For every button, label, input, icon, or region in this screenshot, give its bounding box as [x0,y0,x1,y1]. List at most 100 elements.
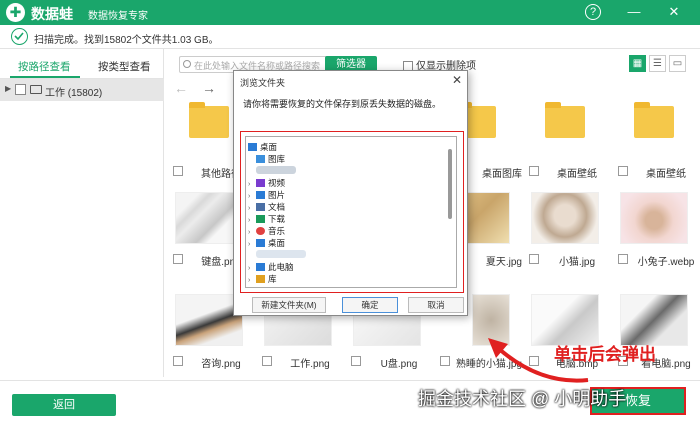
tree-node-blurred[interactable] [256,249,309,261]
back-button[interactable]: 返回 [12,394,116,416]
tree-node-pictures[interactable]: › 图片 [248,189,285,201]
tree-node-downloads[interactable]: › 下载 [248,213,285,225]
check-circle-icon [11,28,28,45]
browse-folder-dialog: 浏览文件夹 ✕ 请你将需要恢复的文件保存到原丢失数据的磁盘。 桌面 图库 › 视频… [233,70,468,316]
expand-arrow-icon[interactable]: › [248,229,256,236]
tree-node-gallery[interactable]: 图库 [256,153,285,165]
document-icon [256,203,265,211]
tree-scrollbar[interactable] [448,149,452,219]
expand-arrow-icon[interactable]: ▶ [5,84,11,93]
item-name: 小猫.jpg [558,257,596,268]
tree-item-work[interactable]: ▶ 工作 (15802) [0,79,164,101]
folder-icon [634,102,674,138]
item-checkbox[interactable] [351,356,361,366]
tab-by-path[interactable]: 按路径查看 [18,59,71,74]
item-checkbox[interactable] [529,166,539,176]
tree-item-checkbox[interactable] [15,84,26,95]
app-logo-icon: ✚ [6,3,25,22]
ok-button[interactable]: 确定 [342,297,398,313]
gallery-icon [256,155,265,163]
active-tab-indicator [10,76,80,78]
tree-node-label: 图片 [268,190,286,200]
folder-icon [545,102,585,138]
tree-node-label: 下载 [268,214,286,224]
help-icon[interactable]: ? [585,4,601,20]
folder-icon [189,102,229,138]
tree-node-this-pc[interactable]: › 此电脑 [248,261,294,273]
minimize-button[interactable]: — [625,3,643,21]
app-subtitle: 数据恢复专家 [88,11,148,22]
music-icon [256,227,265,235]
forward-arrow-icon[interactable]: → [202,80,216,96]
item-name: 工作.png [290,359,330,370]
item-checkbox[interactable] [440,356,450,366]
item-checkbox[interactable] [173,166,183,176]
tree-node-label: 文档 [268,202,286,212]
tree-node-label: 音乐 [268,226,286,236]
detail-view-icon[interactable]: ▭ [669,55,686,72]
dialog-buttons: 新建文件夹(M) 确定 取消 [240,297,464,315]
annotation-text: 单击后会弹出 [554,345,656,364]
viewing-computer-thumbnail [620,294,688,346]
tree-node-label: 库 [268,274,277,284]
expand-arrow-icon[interactable]: › [248,265,256,272]
picture-icon [256,191,265,199]
tree-node-label: 桌面 [260,142,278,152]
item-checkbox[interactable] [529,254,539,264]
tree-node-label: 桌面 [268,238,286,248]
item-checkbox[interactable] [262,356,272,366]
dialog-close-button[interactable]: ✕ [452,73,462,87]
grid-view-icon[interactable]: ▦ [629,55,646,72]
search-icon [183,60,191,68]
folder-tree: 桌面 图库 › 视频 › 图片 › 文档 › 下载 › 音乐 › 桌面 › 此电脑 › 库 [245,136,457,288]
folder-tree-highlight: 桌面 图库 › 视频 › 图片 › 文档 › 下载 › 音乐 › 桌面 › 此电脑 › 库 [240,131,464,293]
tab-by-type[interactable]: 按类型查看 [98,59,151,74]
scan-status-text: 扫描完成。找到15802个文件共1.03 GB。 [34,35,219,46]
bunny-thumbnail [620,192,688,244]
video-icon [256,179,265,187]
desktop-icon [248,143,257,151]
dialog-instruction: 请你将需要恢复的文件保存到原丢失数据的磁盘。 [243,99,442,109]
item-name: 桌面壁纸 [557,169,597,180]
cancel-button[interactable]: 取消 [408,297,464,313]
back-arrow-icon[interactable]: ← [174,80,188,96]
user-icon [256,166,296,174]
tree-node-music[interactable]: › 音乐 [248,225,285,237]
expand-arrow-icon[interactable]: › [248,193,256,200]
computer-icon [256,263,265,271]
item-checkbox[interactable] [618,254,628,264]
expand-arrow-icon[interactable]: › [248,217,256,224]
tree-node-label: 视频 [268,178,286,188]
item-name: 咨询.png [201,359,241,370]
tree-node-label: 图库 [268,154,286,164]
tree-node-desktop[interactable]: 桌面 [248,141,277,153]
title-bar: ✚ 数据蛙 数据恢复专家 ? — ✕ [0,0,700,25]
drive-icon [30,85,42,94]
item-checkbox[interactable] [618,166,628,176]
expand-arrow-icon[interactable]: › [248,277,256,284]
scan-status-bar: 扫描完成。找到15802个文件共1.03 GB。 [0,25,700,49]
expand-arrow-icon[interactable]: › [248,181,256,188]
item-name: U盘.png [380,359,418,370]
item-name: 桌面壁纸 [646,169,686,180]
tree-node-documents[interactable]: › 文档 [248,201,285,213]
library-icon [256,275,265,283]
blurred-icon [256,250,306,258]
tree-node-label: 此电脑 [268,262,294,272]
desktop-icon [256,239,265,247]
download-icon [256,215,265,223]
item-checkbox[interactable] [173,356,183,366]
tree-item-label: 工作 (15802) [45,88,103,99]
app-name: 数据蛙 [31,6,73,22]
item-checkbox[interactable] [173,254,183,264]
tree-node-desktop-2[interactable]: › 桌面 [248,237,285,249]
close-button[interactable]: ✕ [665,3,683,21]
new-folder-button[interactable]: 新建文件夹(M) [252,297,326,313]
tree-node-library[interactable]: › 库 [248,273,277,285]
expand-arrow-icon[interactable]: › [248,241,256,248]
expand-arrow-icon[interactable]: › [248,205,256,212]
tree-node-videos[interactable]: › 视频 [248,177,285,189]
sidebar: 按路径查看 按类型查看 ▶ 工作 (15802) [0,49,164,377]
tree-node-user[interactable] [256,165,299,177]
list-view-icon[interactable]: ☰ [649,55,666,72]
